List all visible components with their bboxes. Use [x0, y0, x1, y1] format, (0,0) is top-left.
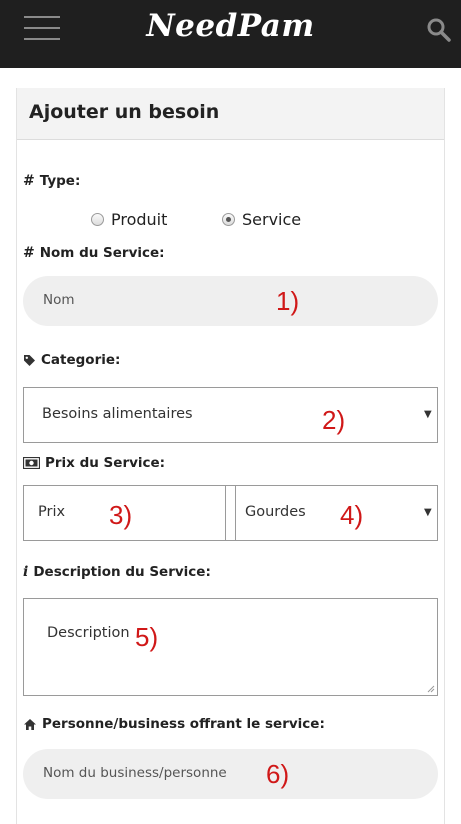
- price-label-text: Prix du Service:: [45, 455, 166, 471]
- price-label: Prix du Service:: [23, 455, 165, 471]
- page-title: Ajouter un besoin: [29, 101, 220, 123]
- description-textarea[interactable]: Description: [23, 598, 438, 696]
- radio-produit[interactable]: Produit: [91, 208, 167, 230]
- provider-label: Personne/business offrant le service:: [23, 716, 325, 732]
- dropdown-caret-icon: ▼: [424, 409, 432, 420]
- category-select[interactable]: Besoins alimentaires ▼: [23, 387, 438, 443]
- hash-icon: #: [23, 173, 35, 189]
- search-icon[interactable]: [426, 17, 452, 43]
- textarea-placeholder: Description: [47, 625, 130, 641]
- dropdown-caret-icon: ▼: [424, 507, 432, 518]
- radio-label[interactable]: Produit: [111, 210, 167, 229]
- home-icon: [24, 718, 36, 730]
- radio-button-checked[interactable]: [222, 212, 235, 226]
- description-label: i Description du Service:: [23, 564, 211, 580]
- info-icon: i: [23, 564, 29, 580]
- category-label-text: Categorie:: [41, 352, 121, 368]
- annotation-5: 5): [135, 622, 159, 652]
- input-group-divider: [226, 485, 235, 541]
- currency-select[interactable]: Gourdes ▼: [235, 485, 438, 541]
- top-navbar: NeedPam: [0, 0, 461, 68]
- input-placeholder: Nom du business/personne: [43, 765, 227, 781]
- annotation-1: 1): [276, 286, 300, 316]
- description-label-text: Description du Service:: [33, 564, 211, 580]
- radio-service[interactable]: Service: [222, 208, 301, 230]
- type-label: # Type:: [23, 173, 80, 189]
- provider-input[interactable]: Nom du business/personne: [23, 749, 438, 799]
- service-name-label: # Nom du Service:: [23, 245, 165, 261]
- input-placeholder: Nom: [43, 292, 75, 308]
- money-bill-icon: [23, 457, 40, 469]
- currency-selected-value: Gourdes: [245, 504, 306, 520]
- category-selected-value: Besoins alimentaires: [42, 406, 193, 422]
- annotation-3: 3): [109, 500, 133, 530]
- resize-handle-icon[interactable]: [427, 685, 435, 693]
- brand-logo[interactable]: NeedPam: [0, 8, 461, 44]
- radio-button[interactable]: [91, 212, 104, 226]
- hash-icon: #: [23, 245, 35, 261]
- provider-label-text: Personne/business offrant le service:: [42, 716, 325, 732]
- service-name-label-text: Nom du Service:: [39, 245, 165, 261]
- type-label-text: Type:: [39, 173, 81, 189]
- category-label: Categorie:: [23, 352, 120, 368]
- radio-label[interactable]: Service: [242, 210, 301, 229]
- annotation-6: 6): [266, 759, 290, 789]
- annotation-2: 2): [322, 405, 346, 435]
- service-name-input[interactable]: Nom: [23, 276, 438, 326]
- card-header: Ajouter un besoin: [17, 88, 444, 140]
- tag-icon: [24, 354, 35, 366]
- annotation-4: 4): [340, 500, 364, 530]
- input-placeholder: Prix: [38, 504, 66, 520]
